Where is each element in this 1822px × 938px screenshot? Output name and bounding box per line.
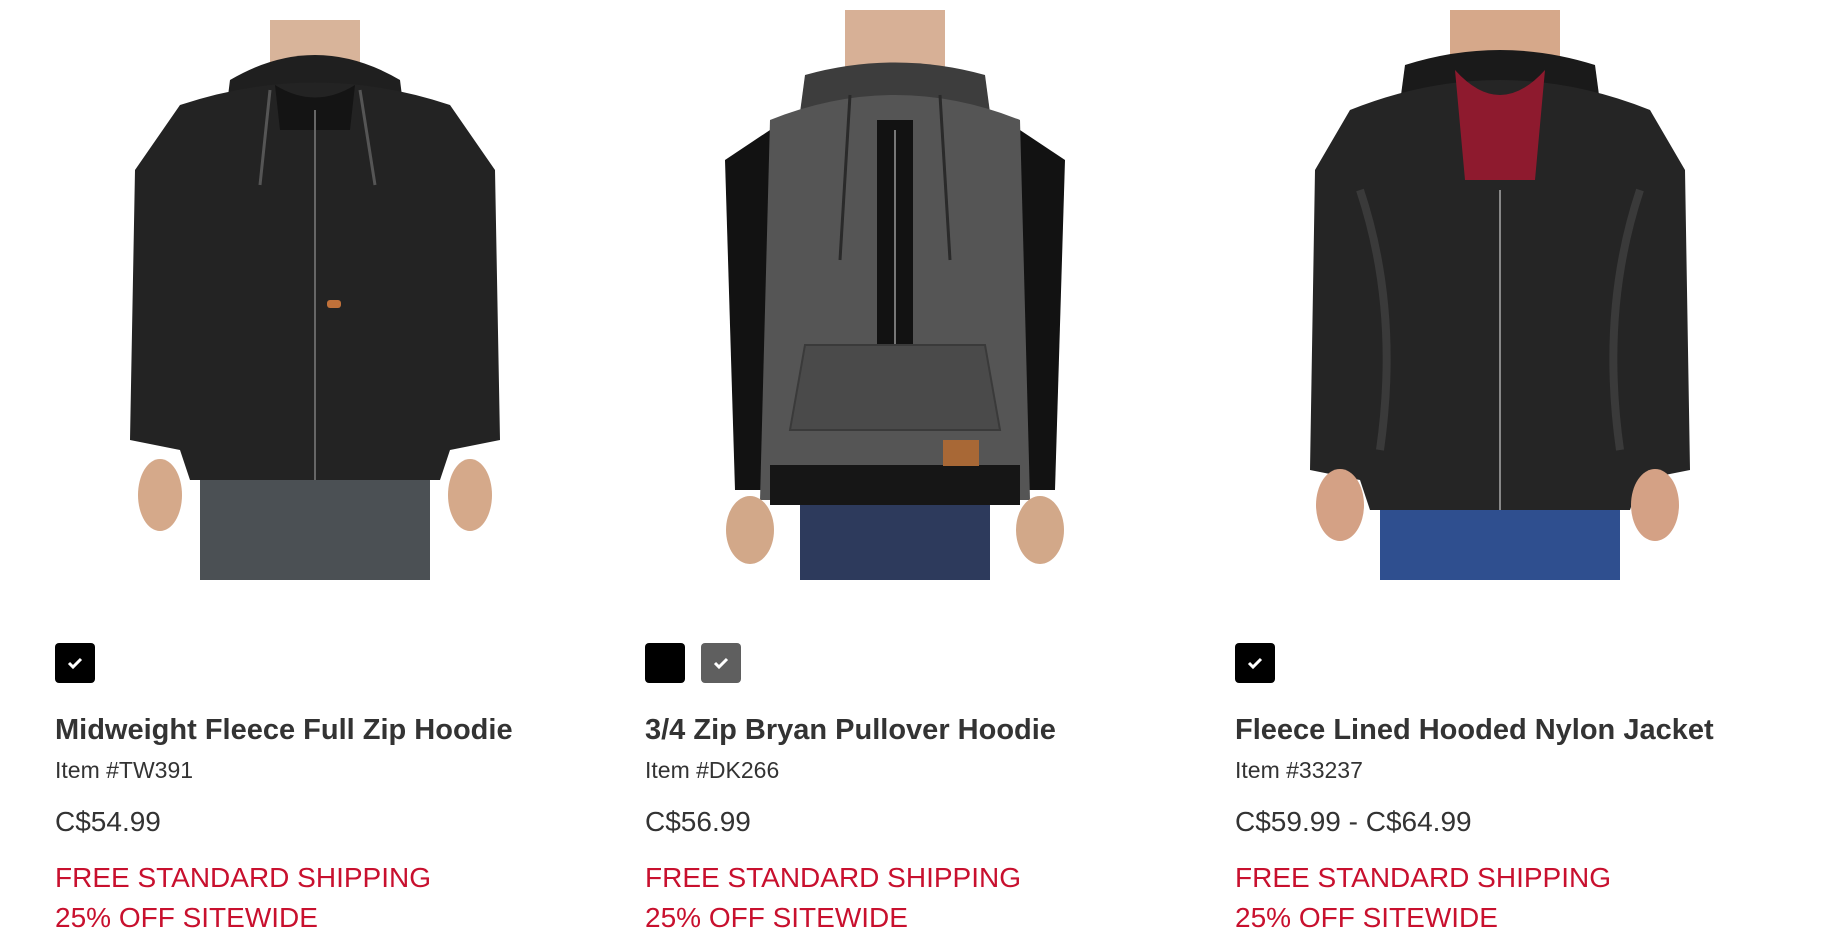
product-image-pullover[interactable] — [710, 10, 1080, 580]
check-icon — [67, 657, 83, 670]
check-icon — [713, 657, 729, 670]
price: C$59.99 - C$64.99 — [1235, 806, 1472, 837]
hoodie-full-zip-image — [120, 10, 510, 580]
product-image-hoodie[interactable] — [120, 10, 510, 580]
promo-shipping: FREE STANDARD SHIPPING — [55, 862, 431, 893]
color-swatches — [55, 643, 95, 683]
promo-discount: 25% OFF SITEWIDE — [1235, 902, 1498, 933]
product-name[interactable]: Fleece Lined Hooded Nylon Jacket — [1235, 714, 1714, 747]
promo-discount: 25% OFF SITEWIDE — [55, 902, 318, 933]
product-name[interactable]: Midweight Fleece Full Zip Hoodie — [55, 714, 513, 747]
product-image-jacket[interactable] — [1290, 10, 1710, 580]
swatch-black[interactable] — [1235, 643, 1275, 683]
promo-discount: 25% OFF SITEWIDE — [645, 902, 908, 933]
price: C$56.99 — [645, 806, 751, 837]
item-number: Item #DK266 — [645, 757, 780, 783]
product-card: Fleece Lined Hooded Nylon Jacket Item #3… — [1180, 0, 1740, 938]
color-swatches — [645, 643, 741, 683]
color-swatches — [1235, 643, 1275, 683]
product-card: 3/4 Zip Bryan Pullover Hoodie Item #DK26… — [590, 0, 1150, 938]
promo-shipping: FREE STANDARD SHIPPING — [1235, 862, 1611, 893]
product-name[interactable]: 3/4 Zip Bryan Pullover Hoodie — [645, 714, 1056, 747]
swatch-grey[interactable] — [701, 643, 741, 683]
price: C$54.99 — [55, 806, 161, 837]
item-number: Item #TW391 — [55, 757, 194, 783]
product-card: Midweight Fleece Full Zip Hoodie Item #T… — [0, 0, 560, 938]
nylon-jacket-image — [1290, 10, 1710, 580]
swatch-black[interactable] — [55, 643, 95, 683]
item-number: Item #33237 — [1235, 757, 1363, 783]
product-grid: Midweight Fleece Full Zip Hoodie Item #T… — [0, 0, 1822, 938]
promo-shipping: FREE STANDARD SHIPPING — [645, 862, 1021, 893]
pullover-hoodie-image — [710, 10, 1080, 580]
check-icon — [1247, 657, 1263, 670]
swatch-black[interactable] — [645, 643, 685, 683]
